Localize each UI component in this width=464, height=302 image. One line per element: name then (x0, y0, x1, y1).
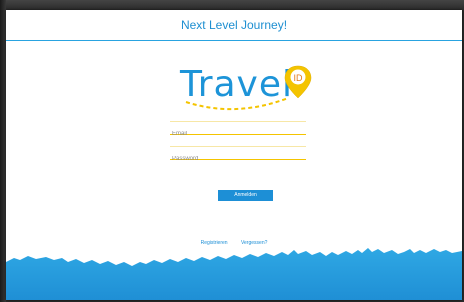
page-header: Next Level Journey! (6, 10, 462, 41)
password-field[interactable] (170, 147, 308, 165)
app-window: Next Level Journey! Travel ID Anmelden R… (6, 10, 462, 300)
travel-id-logo: Travel ID (156, 60, 316, 118)
logo-graphics: ID (185, 65, 312, 111)
map-pin-icon: ID (284, 65, 312, 99)
login-button[interactable]: Anmelden (218, 190, 273, 201)
city-skyline (6, 248, 462, 300)
page-title: Next Level Journey! (180, 18, 288, 32)
password-input[interactable] (170, 153, 308, 165)
logo-swoosh (185, 97, 289, 111)
skyline-shape (6, 248, 462, 300)
email-input[interactable] (170, 128, 308, 140)
email-field[interactable] (170, 122, 308, 140)
top-shadow (0, 0, 464, 10)
logo-badge-text: ID (294, 73, 304, 83)
